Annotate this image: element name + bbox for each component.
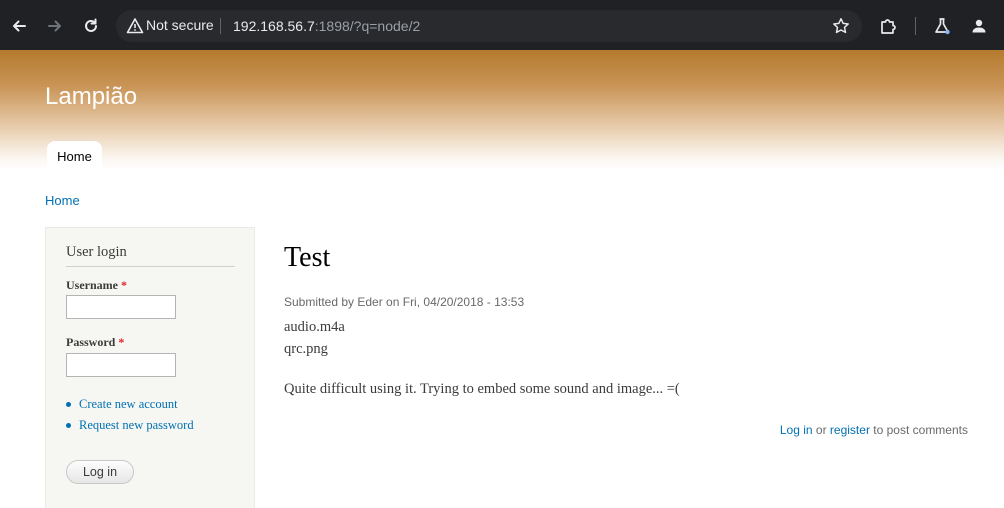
address-bar[interactable]: Not secure 192.168.56.7:1898/?q=node/2 (116, 10, 862, 42)
forward-arrow-icon[interactable] (42, 13, 68, 39)
puzzle-icon[interactable] (878, 15, 900, 37)
required-mark: * (120, 278, 127, 292)
address-separator (220, 18, 221, 34)
url-path: :1898/?q=node/2 (314, 18, 421, 34)
block-divider (66, 266, 235, 267)
warning-icon[interactable] (126, 17, 144, 35)
password-field[interactable] (66, 353, 176, 377)
login-links: Create new account Request new password (66, 396, 194, 438)
block-title: User login (66, 244, 127, 260)
attachment-audio: audio.m4a (284, 319, 345, 335)
post-comments-text: to post comments (873, 423, 968, 437)
tab-home[interactable]: Home (47, 141, 102, 170)
required-mark: * (118, 335, 125, 349)
url-host: 192.168.56.7 (233, 18, 315, 34)
not-secure-label[interactable]: Not secure (146, 17, 214, 33)
user-login-block: User login Username * Password * Create … (45, 227, 255, 508)
login-link[interactable]: Log in (780, 423, 813, 437)
url-text[interactable]: 192.168.56.7:1898/?q=node/2 (233, 18, 420, 34)
browser-toolbar: Not secure 192.168.56.7:1898/?q=node/2 (0, 0, 1004, 50)
username-label: Username * (66, 278, 127, 293)
password-label-text: Password (66, 335, 116, 349)
password-label: Password * (66, 335, 124, 350)
back-arrow-icon[interactable] (6, 13, 32, 39)
toolbar-divider (915, 17, 916, 35)
site-header: Lampião Home (0, 50, 1004, 170)
or-text: or (815, 423, 827, 437)
person-icon[interactable] (968, 15, 990, 37)
username-field[interactable] (66, 295, 176, 319)
star-icon[interactable] (832, 17, 850, 35)
breadcrumb-home[interactable]: Home (45, 193, 80, 208)
reload-icon[interactable] (78, 13, 104, 39)
comment-links: Log in or register to post comments (780, 423, 968, 437)
username-label-text: Username (66, 278, 118, 292)
create-account-link[interactable]: Create new account (66, 396, 194, 417)
flask-icon[interactable] (931, 15, 953, 37)
register-link[interactable]: register (830, 423, 870, 437)
node-title: Test (284, 242, 331, 273)
login-button[interactable]: Log in (66, 460, 134, 484)
site-name[interactable]: Lampião (45, 83, 137, 111)
request-password-link[interactable]: Request new password (66, 417, 194, 438)
submitted-info: Submitted by Eder on Fri, 04/20/2018 - 1… (284, 295, 525, 309)
node-body: Quite difficult using it. Trying to embe… (284, 381, 680, 397)
attachment-image: qrc.png (284, 341, 328, 357)
